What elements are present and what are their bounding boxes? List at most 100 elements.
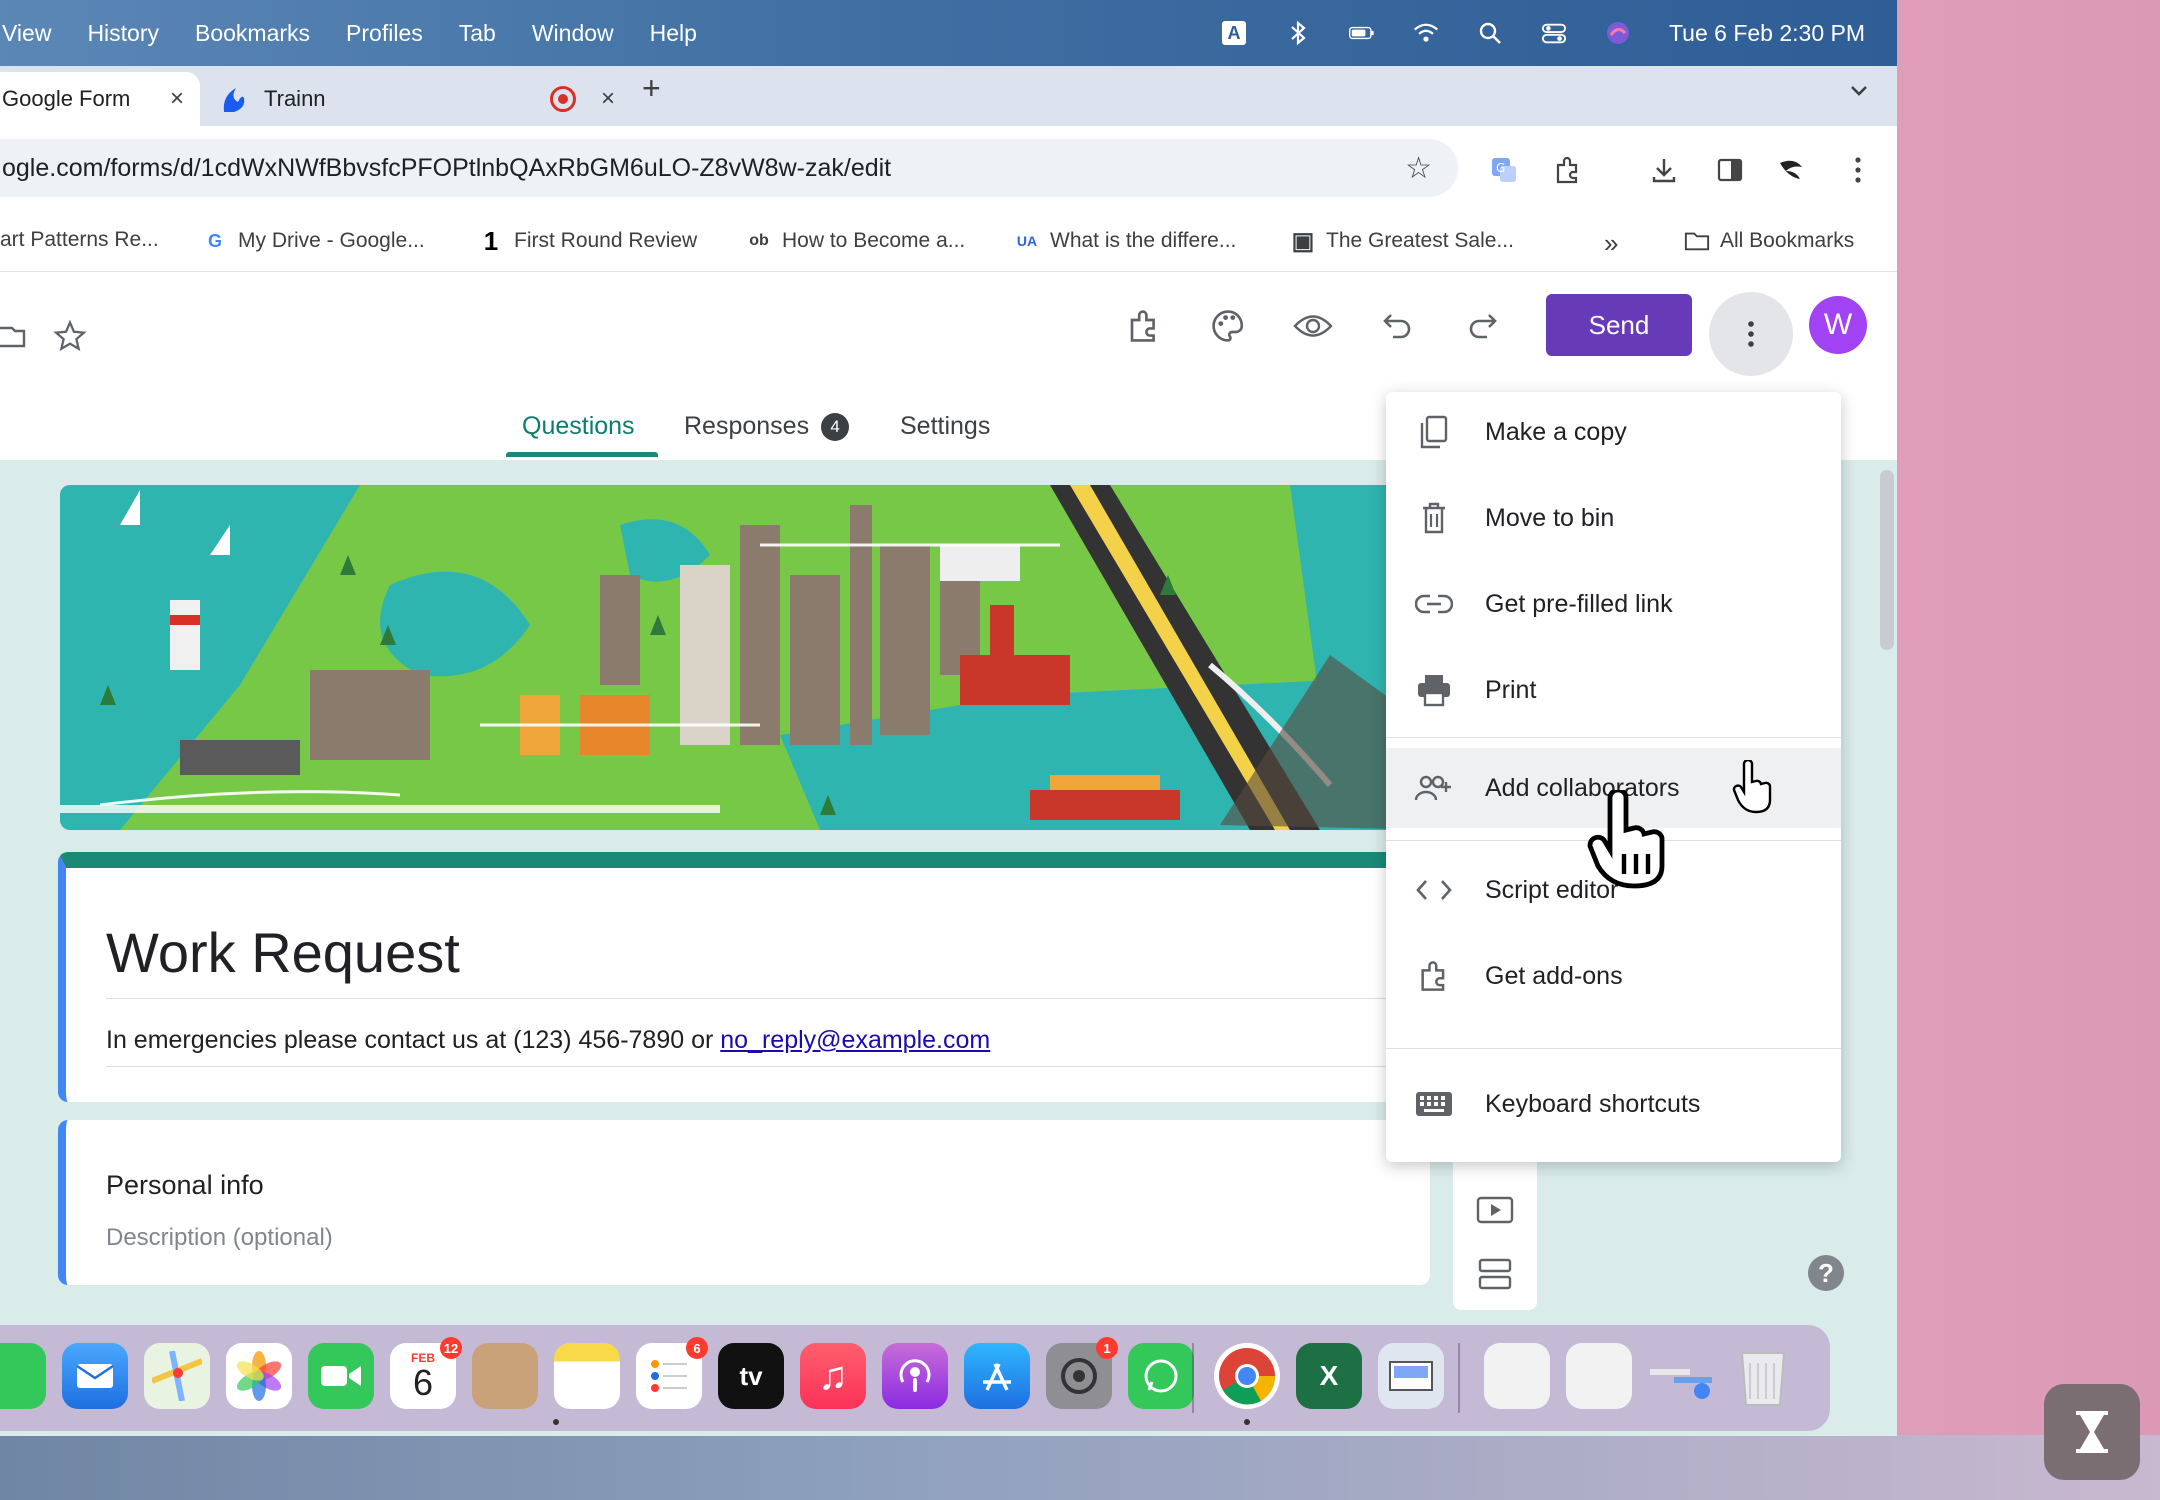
dock-app-system-settings-icon[interactable]: 1 bbox=[1046, 1337, 1118, 1409]
tab-trainn[interactable]: Trainn × bbox=[218, 72, 618, 126]
dock-app-facetime-icon[interactable] bbox=[308, 1343, 374, 1409]
section-card[interactable]: Personal info Description (optional) bbox=[58, 1120, 1430, 1285]
redo-icon[interactable] bbox=[1462, 306, 1502, 346]
menu-item-move-to-bin[interactable]: Move to bin bbox=[1386, 478, 1841, 558]
menu-tab[interactable]: Tab bbox=[459, 20, 496, 47]
menu-item-make-a-copy[interactable]: Make a copy bbox=[1386, 392, 1841, 472]
addons-icon bbox=[1414, 956, 1454, 996]
section-title[interactable]: Personal info bbox=[106, 1170, 264, 1201]
close-icon[interactable]: × bbox=[170, 85, 184, 113]
menu-profiles[interactable]: Profiles bbox=[346, 20, 423, 47]
send-button[interactable]: Send bbox=[1546, 294, 1692, 356]
dock-app-apple-tv-icon[interactable]: tv bbox=[718, 1343, 784, 1409]
bookmark-item[interactable]: G My Drive - Google... bbox=[202, 228, 425, 254]
menu-bar-clock[interactable]: Tue 6 Feb 2:30 PM bbox=[1669, 20, 1865, 47]
menu-item-get-add-ons[interactable]: Get add-ons bbox=[1386, 936, 1841, 1016]
spotlight-search-icon[interactable] bbox=[1477, 20, 1503, 46]
section-description[interactable]: Description (optional) bbox=[106, 1224, 333, 1252]
profile-icon[interactable] bbox=[1776, 154, 1808, 186]
star-icon[interactable] bbox=[50, 316, 90, 356]
extensions-icon[interactable] bbox=[1552, 154, 1584, 186]
customize-theme-icon[interactable] bbox=[1208, 306, 1248, 346]
menu-help[interactable]: Help bbox=[650, 20, 697, 47]
more-options-button[interactable] bbox=[1709, 292, 1793, 376]
bookmark-item[interactable]: art Patterns Re... bbox=[0, 228, 159, 252]
tab-questions[interactable]: Questions bbox=[522, 412, 635, 441]
running-indicator bbox=[553, 1419, 559, 1425]
wifi-icon[interactable] bbox=[1413, 20, 1439, 46]
tab-search-chevron-icon[interactable] bbox=[1849, 78, 1869, 104]
menu-item-keyboard-shortcuts[interactable]: Keyboard shortcuts bbox=[1386, 1064, 1841, 1144]
dock-app-calendar-icon[interactable]: FEB 6 12 bbox=[390, 1337, 462, 1409]
bookmark-star-icon[interactable]: ☆ bbox=[1405, 151, 1432, 186]
translate-icon[interactable]: G bbox=[1488, 154, 1520, 186]
menu-item-get-pre-filled-link[interactable]: Get pre-filled link bbox=[1386, 564, 1841, 644]
siri-icon[interactable] bbox=[1605, 20, 1631, 46]
mac-dock: FEB 6 12 6 tv ♫ 1 X bbox=[0, 1325, 1830, 1431]
dock-app-preview-icon[interactable] bbox=[1378, 1343, 1444, 1409]
download-icon[interactable] bbox=[1648, 154, 1680, 186]
add-video-icon[interactable] bbox=[1475, 1190, 1515, 1230]
tab-google-forms[interactable]: Google Form × bbox=[0, 72, 200, 126]
help-icon[interactable]: ? bbox=[1808, 1255, 1844, 1291]
close-icon[interactable]: × bbox=[601, 85, 615, 113]
bookmark-item[interactable]: ▣ The Greatest Sale... bbox=[1290, 228, 1514, 255]
dock-app-chrome-icon[interactable] bbox=[1214, 1343, 1280, 1409]
tab-responses[interactable]: Responses 4 bbox=[684, 412, 850, 442]
form-title[interactable]: Work Request bbox=[106, 920, 460, 985]
hourglass-icon[interactable] bbox=[2044, 1384, 2140, 1480]
dock-app-music-icon[interactable]: ♫ bbox=[800, 1343, 866, 1409]
account-avatar[interactable]: W bbox=[1809, 296, 1867, 354]
menu-separator bbox=[1386, 737, 1841, 738]
new-tab-button[interactable]: + bbox=[642, 70, 661, 107]
bookmark-item[interactable]: UA What is the differe... bbox=[1014, 228, 1237, 254]
menu-bookmarks[interactable]: Bookmarks bbox=[195, 20, 310, 47]
scrollbar[interactable] bbox=[1880, 470, 1894, 650]
dock-app-app-store-icon[interactable] bbox=[964, 1343, 1030, 1409]
dock-app-maps-icon[interactable] bbox=[144, 1343, 210, 1409]
bluetooth-icon[interactable] bbox=[1285, 20, 1311, 46]
dock-app-contacts-icon[interactable] bbox=[472, 1343, 538, 1409]
dock-app-whatsapp-icon[interactable] bbox=[1128, 1343, 1194, 1409]
bookmark-item[interactable]: 1 First Round Review bbox=[478, 225, 697, 256]
dock-app-reminders-icon[interactable]: 6 bbox=[636, 1337, 708, 1409]
dock-app-notes-icon[interactable] bbox=[554, 1343, 620, 1409]
dock-app-excel-icon[interactable]: X bbox=[1296, 1343, 1362, 1409]
menu-item-print[interactable]: Print bbox=[1386, 650, 1841, 730]
chrome-menu-icon[interactable] bbox=[1842, 154, 1874, 186]
side-panel-icon[interactable] bbox=[1714, 154, 1746, 186]
menu-window[interactable]: Window bbox=[532, 20, 614, 47]
running-indicator bbox=[1244, 1419, 1250, 1425]
dock-document-icon[interactable] bbox=[1566, 1343, 1632, 1409]
tab-settings[interactable]: Settings bbox=[900, 412, 990, 441]
dock-trash-icon[interactable] bbox=[1730, 1343, 1796, 1409]
menu-view[interactable]: View bbox=[2, 20, 51, 47]
dock-app-mail-icon[interactable] bbox=[62, 1343, 128, 1409]
reminders-badge: 6 bbox=[686, 1337, 708, 1359]
dock-app-podcasts-icon[interactable] bbox=[882, 1343, 948, 1409]
addons-icon[interactable] bbox=[1124, 306, 1164, 346]
preview-eye-icon[interactable] bbox=[1293, 306, 1333, 346]
email-link[interactable]: no_reply@example.com bbox=[720, 1026, 990, 1054]
move-to-folder-icon[interactable] bbox=[0, 316, 34, 356]
input-source-icon[interactable]: A bbox=[1221, 20, 1247, 46]
menu-history[interactable]: History bbox=[87, 20, 159, 47]
all-bookmarks-button[interactable]: All Bookmarks bbox=[1684, 228, 1854, 254]
add-section-icon[interactable] bbox=[1475, 1254, 1515, 1294]
control-center-icon[interactable] bbox=[1541, 20, 1567, 46]
code-icon bbox=[1414, 870, 1454, 910]
dock-document-icon[interactable] bbox=[1484, 1343, 1550, 1409]
dock-downloads-stack-icon[interactable] bbox=[1648, 1343, 1714, 1409]
undo-icon[interactable] bbox=[1378, 306, 1418, 346]
address-bar[interactable]: ogle.com/forms/d/1cdWxNWfBbvsfcPFOPtlnbQ… bbox=[0, 139, 1458, 197]
calendar-badge: 12 bbox=[440, 1337, 462, 1359]
dock-app-photos-icon[interactable] bbox=[226, 1343, 292, 1409]
bookmark-item[interactable]: ob How to Become a... bbox=[746, 228, 965, 254]
battery-icon[interactable] bbox=[1348, 20, 1375, 46]
bookmarks-overflow-button[interactable]: » bbox=[1604, 228, 1618, 259]
tab-title: Trainn bbox=[264, 86, 326, 111]
dock-app-messages-icon[interactable] bbox=[0, 1343, 46, 1409]
form-title-card[interactable]: Work Request In emergencies please conta… bbox=[58, 852, 1438, 1102]
form-description[interactable]: In emergencies please contact us at (123… bbox=[106, 1026, 990, 1055]
first-round-icon: 1 bbox=[483, 225, 499, 256]
